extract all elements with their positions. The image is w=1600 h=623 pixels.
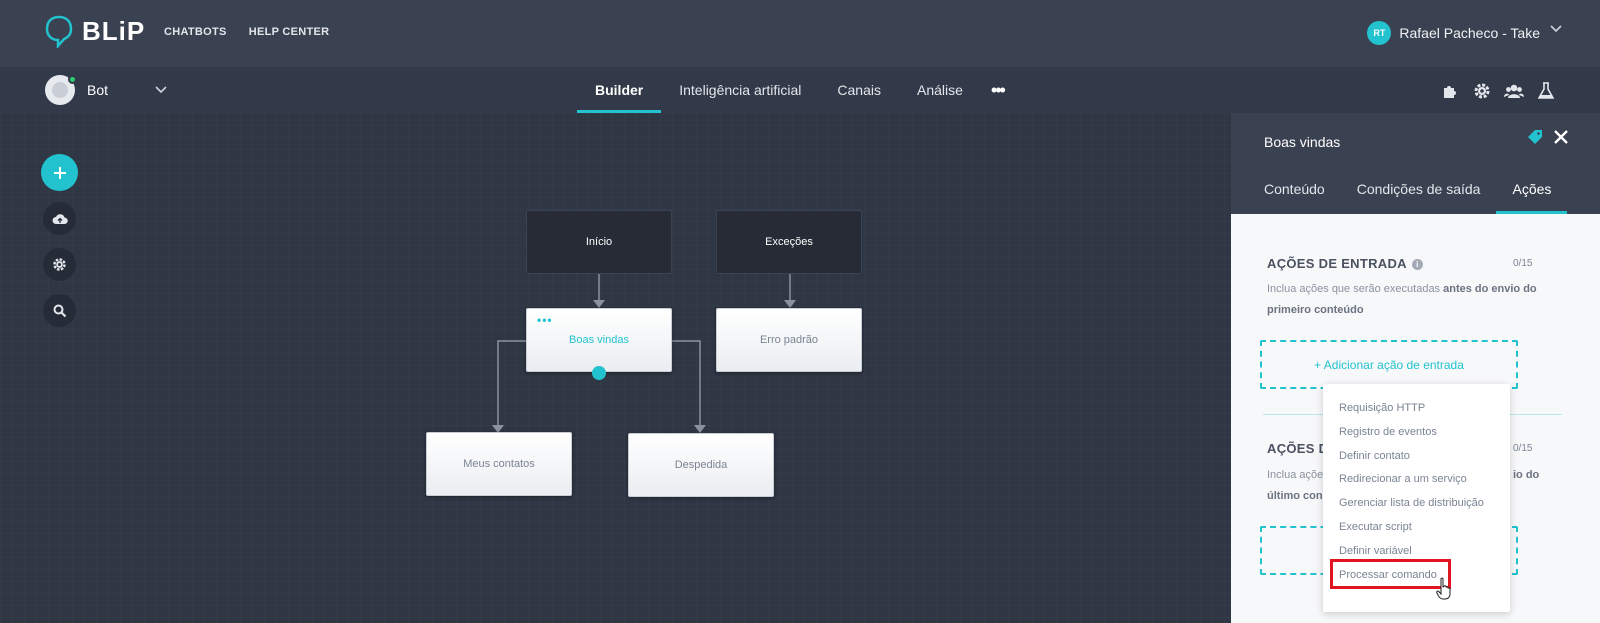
add-entrada-action-button[interactable]: + Adicionar ação de entrada xyxy=(1260,340,1518,389)
user-menu[interactable]: RT Rafael Pacheco - Take xyxy=(1367,21,1562,45)
bot-avatar xyxy=(45,75,77,105)
menu-item-definir-variavel[interactable]: Definir variável xyxy=(1339,545,1412,557)
entrada-description: Inclua ações que serão executadas antes … xyxy=(1267,283,1537,316)
tab-acoes[interactable]: Ações xyxy=(1496,171,1568,214)
tag-icon[interactable] xyxy=(1527,129,1543,145)
close-icon[interactable] xyxy=(1553,129,1569,145)
saida-count: 0/15 xyxy=(1513,443,1533,454)
tab-inteligencia-artificial[interactable]: Inteligência artificial xyxy=(661,67,819,113)
panel-tabs: Conteúdo Condições de saída Ações xyxy=(1248,171,1568,214)
nav-chatbots[interactable]: CHATBOTS xyxy=(164,26,227,38)
user-avatar: RT xyxy=(1367,21,1392,45)
puzzle-icon[interactable] xyxy=(1434,75,1466,107)
tab-analise[interactable]: Análise xyxy=(899,67,981,113)
entrada-title: AÇÕES DE ENTRADA i xyxy=(1267,256,1423,271)
block-boas-vindas[interactable]: ••• Boas vindas xyxy=(526,308,672,372)
bot-toolbar: Bot Builder Inteligência artificial Cana… xyxy=(0,67,1600,113)
block-despedida[interactable]: Despedida xyxy=(628,433,774,497)
panel-header: Boas vindas Conteúdo Condições de saída … xyxy=(1231,113,1600,214)
tab-canais[interactable]: Canais xyxy=(819,67,899,113)
main-tabs: Builder Inteligência artificial Canais A… xyxy=(577,67,1014,113)
tab-condicoes-de-saida[interactable]: Condições de saída xyxy=(1341,171,1497,214)
gear-icon[interactable] xyxy=(1466,75,1498,107)
block-options-icon[interactable]: ••• xyxy=(537,313,553,327)
tab-builder[interactable]: Builder xyxy=(577,67,662,113)
toolbar-icons xyxy=(1434,75,1562,107)
users-icon[interactable] xyxy=(1498,75,1530,107)
saida-title: AÇÕES D xyxy=(1267,441,1329,456)
block-label: Boas vindas xyxy=(569,334,629,346)
entrada-count: 0/15 xyxy=(1513,258,1533,269)
menu-item-redirecionar-servico[interactable]: Redirecionar a um serviço xyxy=(1339,473,1467,485)
block-output-connector[interactable] xyxy=(592,366,606,380)
panel-title: Boas vindas xyxy=(1264,134,1341,150)
block-meus-contatos[interactable]: Meus contatos xyxy=(426,432,572,496)
online-status-dot xyxy=(68,75,77,84)
bot-selector[interactable]: Bot xyxy=(45,75,167,105)
nav-help-center[interactable]: HELP CENTER xyxy=(249,26,330,38)
chevron-down-icon xyxy=(1550,25,1562,33)
highlight-box xyxy=(1330,559,1451,589)
hand-cursor-icon xyxy=(1436,577,1451,600)
menu-item-registro-de-eventos[interactable]: Registro de eventos xyxy=(1339,426,1437,438)
top-header: BLiP CHATBOTS HELP CENTER RT Rafael Pach… xyxy=(0,0,1600,67)
menu-item-definir-contato[interactable]: Definir contato xyxy=(1339,450,1410,462)
menu-item-requisicao-http[interactable]: Requisição HTTP xyxy=(1339,402,1425,414)
user-name: Rafael Pacheco - Take xyxy=(1399,25,1540,41)
bot-name: Bot xyxy=(87,82,109,98)
blip-logo[interactable]: BLiP xyxy=(44,14,145,48)
block-inicio[interactable]: Início xyxy=(526,210,672,274)
top-nav: CHATBOTS HELP CENTER xyxy=(164,26,329,38)
more-tabs-button[interactable]: ••• xyxy=(981,70,1014,110)
logo-text: BLiP xyxy=(82,15,146,46)
flow-canvas[interactable]: Início Exceções ••• Boas vindas Erro pad… xyxy=(0,113,1231,623)
chevron-down-icon[interactable] xyxy=(155,86,167,94)
block-erro-padrao[interactable]: Erro padrão xyxy=(716,308,862,372)
block-excecoes[interactable]: Exceções xyxy=(716,210,862,274)
menu-item-gerenciar-lista[interactable]: Gerenciar lista de distribuição xyxy=(1339,497,1484,509)
tab-conteudo[interactable]: Conteúdo xyxy=(1248,171,1341,214)
menu-item-executar-script[interactable]: Executar script xyxy=(1339,521,1412,533)
info-icon[interactable]: i xyxy=(1411,259,1423,270)
speech-bubble-icon xyxy=(45,15,73,48)
flask-icon[interactable] xyxy=(1530,75,1562,107)
